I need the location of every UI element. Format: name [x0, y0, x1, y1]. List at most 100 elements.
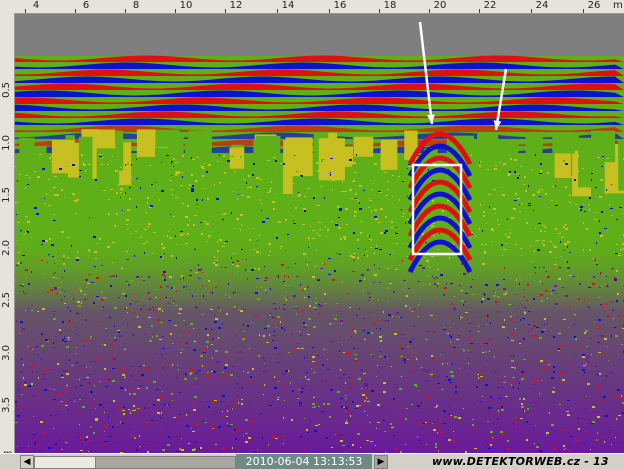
noise-speck: [519, 211, 521, 212]
noise-speck: [236, 218, 239, 220]
noise-speck: [213, 223, 214, 225]
noise-speck: [462, 349, 465, 350]
noise-speck: [55, 336, 57, 337]
noise-speck: [120, 192, 122, 193]
noise-speck: [247, 278, 248, 280]
noise-speck: [307, 286, 309, 288]
noise-speck: [418, 440, 420, 441]
noise-speck: [23, 408, 25, 410]
noise-speck: [387, 287, 389, 289]
noise-speck: [165, 276, 166, 278]
noise-speck: [161, 190, 164, 192]
noise-speck: [418, 304, 419, 306]
noise-speck: [503, 324, 506, 325]
noise-speck: [593, 380, 594, 381]
noise-speck: [502, 187, 503, 188]
noise-speck: [154, 176, 157, 178]
noise-speck: [520, 248, 522, 249]
noise-speck: [527, 284, 529, 286]
noise-speck: [342, 445, 345, 446]
noise-speck: [189, 332, 191, 333]
noise-speck: [441, 353, 442, 355]
noise-speck: [300, 436, 302, 438]
noise-speck: [465, 312, 468, 313]
noise-speck: [452, 303, 453, 305]
noise-speck: [234, 171, 236, 172]
noise-speck: [502, 255, 503, 256]
noise-speck: [598, 319, 601, 321]
noise-speck: [521, 203, 523, 204]
noise-speck: [528, 324, 530, 325]
noise-speck: [345, 407, 348, 409]
noise-speck: [215, 350, 218, 352]
noise-speck: [181, 449, 184, 451]
noise-speck: [114, 337, 116, 339]
noise-speck: [463, 304, 464, 306]
scrollbar-thumb[interactable]: [35, 457, 96, 468]
noise-speck: [168, 436, 170, 438]
noise-speck: [107, 246, 110, 248]
noise-speck: [305, 376, 306, 378]
noise-speck: [202, 421, 205, 422]
noise-speck: [123, 413, 125, 415]
noise-speck: [358, 224, 360, 226]
noise-speck: [275, 198, 276, 199]
noise-speck: [575, 319, 576, 320]
noise-speck: [558, 180, 559, 181]
noise-speck: [76, 259, 79, 261]
noise-speck: [375, 248, 378, 249]
noise-speck: [552, 445, 553, 447]
noise-speck: [263, 335, 265, 337]
noise-speck: [296, 343, 298, 344]
noise-speck: [576, 170, 579, 172]
horizontal-scrollbar[interactable]: [34, 456, 236, 469]
scroll-right-button[interactable]: ▶: [374, 455, 388, 469]
noise-speck: [600, 179, 603, 181]
noise-speck: [118, 297, 120, 298]
noise-speck: [113, 400, 115, 402]
noise-speck: [443, 423, 446, 424]
noise-speck: [316, 162, 319, 164]
noise-speck: [588, 204, 589, 206]
noise-speck: [175, 235, 176, 237]
noise-speck: [378, 394, 379, 395]
noise-speck: [179, 414, 181, 415]
noise-speck: [383, 391, 386, 393]
noise-speck: [81, 302, 82, 304]
noise-speck: [43, 432, 45, 434]
noise-speck: [130, 244, 133, 245]
noise-speck: [240, 156, 241, 158]
noise-speck: [188, 188, 190, 189]
noise-speck: [533, 325, 536, 327]
noise-speck: [54, 263, 55, 264]
noise-speck: [487, 421, 489, 422]
noise-speck: [197, 443, 198, 444]
noise-speck: [452, 363, 453, 365]
noise-speck: [600, 272, 602, 273]
noise-speck: [272, 201, 275, 203]
y-tick-label: 2.0: [1, 240, 12, 256]
noise-speck: [345, 398, 347, 399]
noise-speck: [594, 259, 596, 261]
noise-speck: [122, 410, 125, 411]
scroll-left-button[interactable]: ◀: [20, 455, 34, 469]
noise-speck: [153, 178, 154, 179]
noise-speck: [335, 224, 338, 226]
noise-speck: [567, 175, 568, 177]
noise-speck: [136, 159, 137, 160]
noise-speck: [89, 251, 90, 252]
noise-speck: [190, 270, 192, 271]
noise-speck: [367, 206, 368, 207]
noise-speck: [349, 389, 352, 390]
noise-speck: [114, 438, 116, 440]
noise-speck: [112, 242, 115, 243]
radargram-canvas[interactable]: [15, 14, 624, 453]
noise-speck: [220, 310, 221, 311]
noise-speck: [302, 290, 304, 291]
noise-speck: [262, 357, 265, 359]
noise-speck: [361, 253, 363, 255]
noise-speck: [20, 388, 21, 389]
noise-speck: [304, 288, 306, 290]
noise-speck: [54, 289, 57, 290]
noise-speck: [591, 173, 593, 174]
